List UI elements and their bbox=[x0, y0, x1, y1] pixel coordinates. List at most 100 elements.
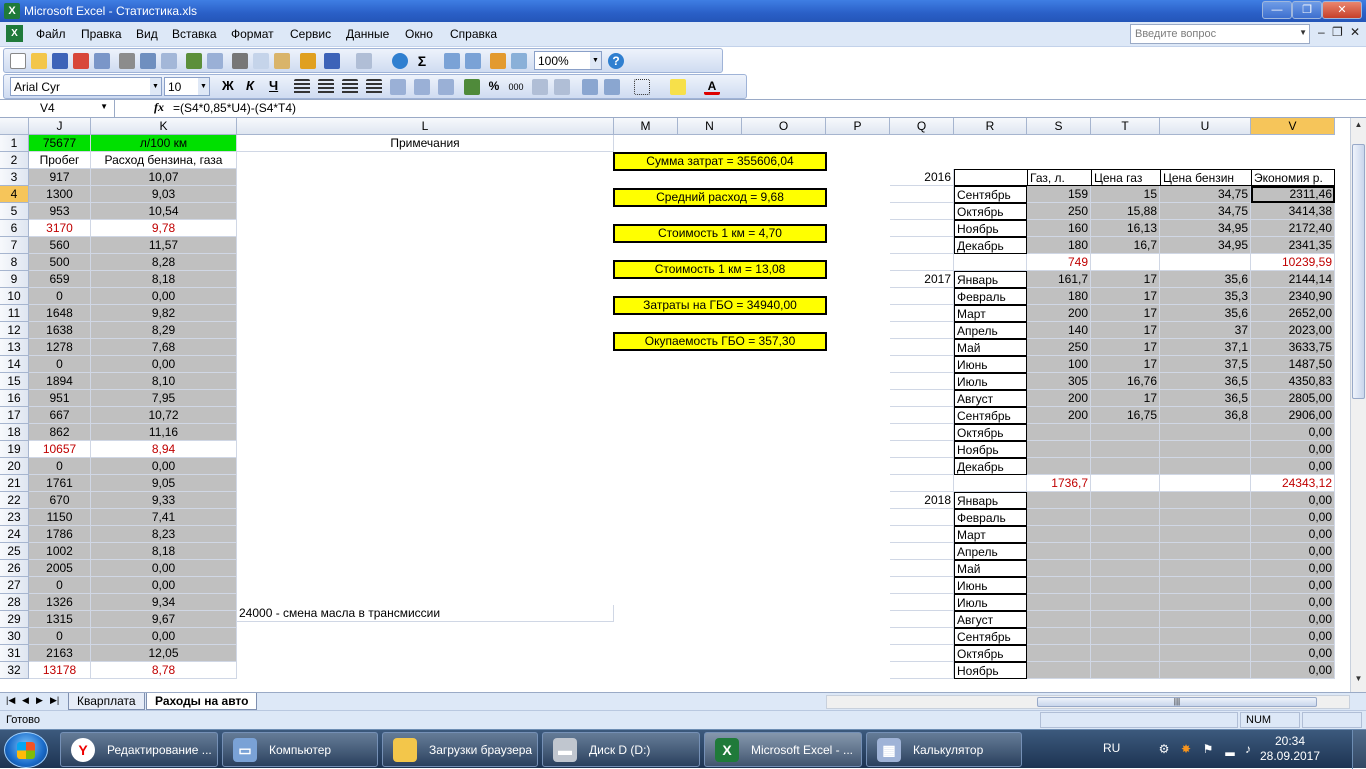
cell-v17[interactable]: 2906,00 bbox=[1251, 407, 1335, 424]
cell-t14[interactable]: 17 bbox=[1091, 356, 1160, 373]
permission-icon[interactable] bbox=[73, 53, 89, 69]
cell-r30[interactable]: Сентябрь bbox=[954, 628, 1027, 645]
cell-t8[interactable] bbox=[1091, 254, 1160, 271]
cell-q18[interactable] bbox=[890, 424, 954, 441]
cell-q26[interactable] bbox=[890, 560, 954, 577]
menu-item-8[interactable]: Справка bbox=[450, 27, 497, 41]
cell-q25[interactable] bbox=[890, 543, 954, 560]
cell-k2[interactable]: Расход бензина, газа bbox=[91, 152, 237, 169]
cell-u21[interactable] bbox=[1160, 475, 1251, 492]
cell-r13[interactable]: Май bbox=[954, 339, 1027, 356]
row-header-9[interactable]: 9 bbox=[0, 271, 29, 288]
underline-button[interactable]: Ч bbox=[269, 78, 278, 93]
column-header-u[interactable]: U bbox=[1160, 118, 1251, 135]
cell-k24[interactable]: 8,23 bbox=[91, 526, 237, 543]
minimize-button[interactable]: — bbox=[1262, 1, 1292, 19]
decrease-decimal-icon[interactable] bbox=[554, 79, 570, 95]
cell-v6[interactable]: 2172,40 bbox=[1251, 220, 1335, 237]
cell-t7[interactable]: 16,7 bbox=[1091, 237, 1160, 254]
borders-icon[interactable] bbox=[634, 79, 650, 95]
justify-icon[interactable] bbox=[366, 79, 382, 95]
cell-k12[interactable]: 8,29 bbox=[91, 322, 237, 339]
new-document-icon[interactable] bbox=[10, 53, 26, 69]
cell-t30[interactable] bbox=[1091, 628, 1160, 645]
cell-v32[interactable]: 0,00 bbox=[1251, 662, 1335, 679]
cell-t4[interactable]: 15 bbox=[1091, 186, 1160, 203]
cell-k26[interactable]: 0,00 bbox=[91, 560, 237, 577]
cell-u4[interactable]: 34,75 bbox=[1160, 186, 1251, 203]
cell-u28[interactable] bbox=[1160, 594, 1251, 611]
cell-q11[interactable] bbox=[890, 305, 954, 322]
cell-s10[interactable]: 180 bbox=[1027, 288, 1091, 305]
sheet-tab-car-expenses[interactable]: Раходы на авто bbox=[146, 693, 258, 710]
cell-j20[interactable]: 0 bbox=[29, 458, 91, 475]
cell-j7[interactable]: 560 bbox=[29, 237, 91, 254]
cell-s24[interactable] bbox=[1027, 526, 1091, 543]
cell-r8[interactable] bbox=[954, 254, 1027, 271]
column-header-l[interactable]: L bbox=[237, 118, 614, 135]
insert-function-icon[interactable]: fx bbox=[154, 100, 164, 115]
cell-s18[interactable] bbox=[1027, 424, 1091, 441]
cell-j11[interactable]: 1648 bbox=[29, 305, 91, 322]
cell-r32[interactable]: Ноябрь bbox=[954, 662, 1027, 679]
cell-j16[interactable]: 951 bbox=[29, 390, 91, 407]
cell-v12[interactable]: 2023,00 bbox=[1251, 322, 1335, 339]
cell-v5[interactable]: 3414,38 bbox=[1251, 203, 1335, 220]
indent-icon[interactable] bbox=[414, 79, 430, 95]
row-header-15[interactable]: 15 bbox=[0, 373, 29, 390]
cell-u13[interactable]: 37,1 bbox=[1160, 339, 1251, 356]
cell-r22[interactable]: Январь bbox=[954, 492, 1027, 509]
scroll-up-icon[interactable]: ▲ bbox=[1352, 120, 1365, 134]
merge-center-icon[interactable] bbox=[390, 79, 406, 95]
row-header-25[interactable]: 25 bbox=[0, 543, 29, 560]
cell-j32[interactable]: 13178 bbox=[29, 662, 91, 679]
cell-r10[interactable]: Февраль bbox=[954, 288, 1027, 305]
row-header-32[interactable]: 32 bbox=[0, 662, 29, 679]
align-right-icon[interactable] bbox=[342, 79, 358, 95]
header-petrol-price[interactable]: Цена бензин bbox=[1160, 169, 1252, 186]
show-desktop-button[interactable] bbox=[1352, 730, 1366, 769]
email-icon[interactable] bbox=[94, 53, 110, 69]
cell-r3[interactable] bbox=[954, 169, 1028, 186]
column-header-m[interactable]: M bbox=[614, 118, 678, 135]
save-icon[interactable] bbox=[52, 53, 68, 69]
last-sheet-icon[interactable]: ▶| bbox=[50, 695, 59, 706]
cell-k18[interactable]: 11,16 bbox=[91, 424, 237, 441]
column-header-t[interactable]: T bbox=[1091, 118, 1160, 135]
cell-s31[interactable] bbox=[1027, 645, 1091, 662]
cell-j30[interactable]: 0 bbox=[29, 628, 91, 645]
research-book-icon[interactable] bbox=[207, 53, 223, 69]
cell-s25[interactable] bbox=[1027, 543, 1091, 560]
column-header-o[interactable]: O bbox=[742, 118, 826, 135]
cell-t18[interactable] bbox=[1091, 424, 1160, 441]
cell-r18[interactable]: Октябрь bbox=[954, 424, 1027, 441]
header-gas-price[interactable]: Цена газ bbox=[1091, 169, 1161, 186]
cell-r12[interactable]: Апрель bbox=[954, 322, 1027, 339]
cell-q9[interactable]: 2017 bbox=[890, 271, 954, 288]
row-header-17[interactable]: 17 bbox=[0, 407, 29, 424]
cell-v27[interactable]: 0,00 bbox=[1251, 577, 1335, 594]
cell-k6[interactable]: 9,78 bbox=[91, 220, 237, 237]
antivirus-icon[interactable]: ✸ bbox=[1179, 742, 1193, 756]
cell-r16[interactable]: Август bbox=[954, 390, 1027, 407]
taskbar-item-4[interactable]: X Microsoft Excel - ... bbox=[704, 732, 862, 767]
cell-v28[interactable]: 0,00 bbox=[1251, 594, 1335, 611]
row-header-4[interactable]: 4 bbox=[0, 186, 29, 203]
cell-v15[interactable]: 4350,83 bbox=[1251, 373, 1335, 390]
cell-q8[interactable] bbox=[890, 254, 954, 271]
cell-u24[interactable] bbox=[1160, 526, 1251, 543]
cell-r14[interactable]: Июнь bbox=[954, 356, 1027, 373]
cell-u10[interactable]: 35,3 bbox=[1160, 288, 1251, 305]
cell-v23[interactable]: 0,00 bbox=[1251, 509, 1335, 526]
cell-s8[interactable]: 749 bbox=[1027, 254, 1091, 271]
cell-s12[interactable]: 140 bbox=[1027, 322, 1091, 339]
row-header-8[interactable]: 8 bbox=[0, 254, 29, 271]
name-box[interactable]: V4 ▼ bbox=[0, 100, 115, 117]
percent-icon[interactable]: % bbox=[486, 79, 502, 95]
horizontal-scrollbar[interactable]: ||| bbox=[826, 695, 1350, 709]
spelling-icon[interactable] bbox=[186, 53, 202, 69]
cell-u5[interactable]: 34,75 bbox=[1160, 203, 1251, 220]
cell-v8[interactable]: 10239,59 bbox=[1251, 254, 1335, 271]
thousands-separator-icon[interactable]: 000 bbox=[508, 79, 524, 95]
cell-r21[interactable] bbox=[954, 475, 1027, 492]
